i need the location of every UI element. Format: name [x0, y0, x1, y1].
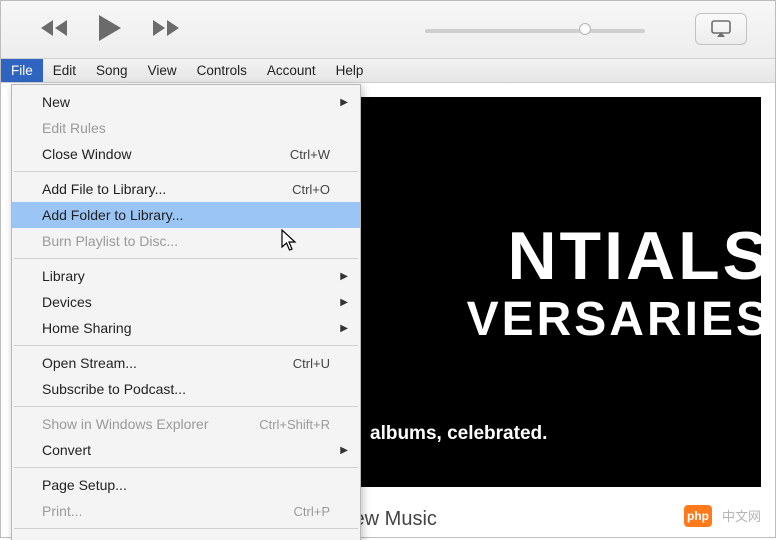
menu-item-shortcut: Ctrl+P	[294, 504, 330, 519]
chevron-right-icon: ▶	[340, 97, 348, 108]
menu-item-shortcut: Ctrl+O	[292, 182, 330, 197]
menu-item-page-setup[interactable]: Page Setup...	[12, 472, 360, 498]
menubar: FileEditSongViewControlsAccountHelp	[1, 59, 775, 83]
media-controls	[41, 13, 179, 43]
menu-item-label: Subscribe to Podcast...	[42, 381, 330, 397]
menu-item-shortcut: Ctrl+Shift+R	[259, 417, 330, 432]
menu-item-label: Home Sharing	[42, 320, 330, 336]
menu-separator	[14, 171, 358, 172]
app-window: FileEditSongViewControlsAccountHelp NTIA…	[0, 0, 776, 538]
file-menu-dropdown: New ▶ Edit Rules Close WindowCtrl+W Add File…	[11, 84, 361, 540]
chevron-right-icon: ▶	[340, 297, 348, 308]
watermark-text: 中文网	[718, 504, 765, 527]
menu-item-label: New	[42, 94, 330, 110]
menu-separator	[14, 345, 358, 346]
menu-item-label: Library	[42, 268, 330, 284]
menu-item-label: Close Window	[42, 146, 290, 162]
airplay-button[interactable]	[695, 13, 747, 45]
menu-item-open-stream[interactable]: Open Stream...Ctrl+U	[12, 350, 360, 376]
menu-item-convert[interactable]: Convert ▶	[12, 437, 360, 463]
menu-controls[interactable]: Controls	[187, 59, 257, 82]
menu-help[interactable]: Help	[326, 59, 374, 82]
menu-item-label: Page Setup...	[42, 477, 330, 493]
menu-item-shortcut: Ctrl+U	[293, 356, 330, 371]
menu-separator	[14, 528, 358, 529]
hero-title-fragment: NTIALS	[507, 217, 761, 295]
menu-separator	[14, 467, 358, 468]
menu-item-burn-playlist-to-disc: Burn Playlist to Disc...	[12, 228, 360, 254]
menu-separator	[14, 258, 358, 259]
menu-song[interactable]: Song	[86, 59, 138, 82]
menu-file[interactable]: File	[1, 59, 43, 82]
chevron-right-icon: ▶	[340, 445, 348, 456]
menu-item-exit[interactable]: Exit	[12, 533, 360, 540]
menu-item-print: Print...Ctrl+P	[12, 498, 360, 524]
toolbar	[1, 1, 775, 59]
menu-item-home-sharing[interactable]: Home Sharing ▶	[12, 315, 360, 341]
volume-slider[interactable]	[425, 27, 645, 35]
menu-item-label: Print...	[42, 503, 294, 519]
play-button[interactable]	[97, 13, 123, 43]
menu-item-label: Burn Playlist to Disc...	[42, 233, 330, 249]
watermark-badge: php 中文网	[684, 504, 765, 527]
menu-item-label: Edit Rules	[42, 120, 330, 136]
menu-item-new[interactable]: New ▶	[12, 89, 360, 115]
menu-view[interactable]: View	[138, 59, 187, 82]
menu-item-label: Show in Windows Explorer	[42, 416, 259, 432]
menu-account[interactable]: Account	[257, 59, 326, 82]
menu-edit[interactable]: Edit	[43, 59, 86, 82]
chevron-right-icon: ▶	[340, 271, 348, 282]
menu-item-label: Add Folder to Library...	[42, 207, 330, 223]
next-button[interactable]	[149, 18, 179, 38]
watermark-logo: php	[684, 505, 712, 527]
menu-item-subscribe-to-podcast[interactable]: Subscribe to Podcast...	[12, 376, 360, 402]
menu-item-shortcut: Ctrl+W	[290, 147, 330, 162]
menu-separator	[14, 406, 358, 407]
menu-item-label: Add File to Library...	[42, 181, 292, 197]
menu-item-add-folder-to-library[interactable]: Add Folder to Library...	[12, 202, 360, 228]
menu-item-library[interactable]: Library ▶	[12, 263, 360, 289]
chevron-right-icon: ▶	[340, 323, 348, 334]
menu-item-show-in-windows-explorer: Show in Windows ExplorerCtrl+Shift+R	[12, 411, 360, 437]
menu-item-devices[interactable]: Devices ▶	[12, 289, 360, 315]
menu-item-label: Open Stream...	[42, 355, 293, 371]
menu-item-add-file-to-library[interactable]: Add File to Library...Ctrl+O	[12, 176, 360, 202]
hero-tagline-fragment: albums, celebrated.	[370, 423, 547, 445]
menu-item-edit-rules: Edit Rules	[12, 115, 360, 141]
previous-button[interactable]	[41, 18, 71, 38]
menu-item-label: Convert	[42, 442, 330, 458]
hero-subtitle-fragment: VERSARIES	[467, 292, 761, 347]
menu-item-close-window[interactable]: Close WindowCtrl+W	[12, 141, 360, 167]
menu-item-label: Devices	[42, 294, 330, 310]
